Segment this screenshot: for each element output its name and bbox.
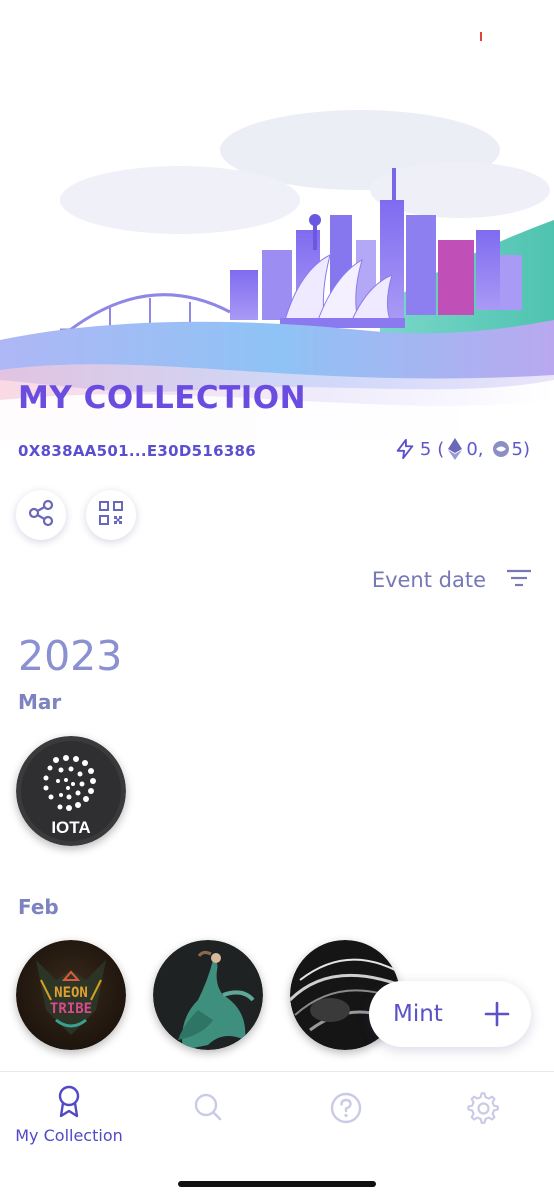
sort-control[interactable]: Event date — [372, 568, 532, 592]
month-heading-mar: Mar — [18, 690, 62, 714]
award-icon — [54, 1084, 84, 1122]
tab-search[interactable] — [139, 1092, 277, 1126]
status-indicator — [480, 32, 482, 41]
filter-icon — [506, 568, 532, 592]
sort-label: Event date — [371, 568, 486, 592]
qr-code-button[interactable] — [86, 490, 136, 540]
badge-dancer[interactable] — [153, 940, 263, 1050]
badge-iota[interactable]: IOTA — [16, 736, 126, 846]
paren-open: ( — [437, 438, 445, 460]
mint-label: Mint — [393, 1001, 443, 1027]
gnosis-count: 5) — [511, 438, 530, 460]
share-button[interactable] — [16, 490, 66, 540]
collection-stats: 5 ( 0, 5) — [394, 438, 530, 460]
qr-code-icon — [98, 500, 124, 530]
tab-help[interactable] — [277, 1092, 415, 1128]
home-indicator — [178, 1181, 376, 1187]
search-icon — [193, 1092, 223, 1126]
tab-my-collection[interactable]: My Collection — [0, 1084, 138, 1145]
badge-iota-text: IOTA — [51, 818, 90, 837]
mint-button[interactable]: Mint — [369, 981, 531, 1047]
page-title: MY COLLECTION — [18, 380, 307, 416]
tab-label-my-collection: My Collection — [15, 1126, 123, 1145]
plus-icon — [483, 1000, 511, 1032]
ethereum-icon — [448, 438, 463, 460]
year-heading: 2023 — [18, 632, 123, 680]
wallet-address[interactable]: 0X838AA501...E30D516386 — [18, 442, 256, 460]
help-icon — [330, 1092, 362, 1128]
month-heading-feb: Feb — [18, 895, 59, 919]
eth-count: 0, — [466, 438, 484, 460]
settings-icon — [467, 1092, 501, 1130]
lightning-icon — [394, 438, 416, 460]
badge-neon-tribe[interactable]: NEON TRIBE — [16, 940, 126, 1050]
svg-text:NEON: NEON — [54, 985, 88, 1001]
svg-text:TRIBE: TRIBE — [50, 1001, 92, 1017]
share-icon — [27, 499, 55, 531]
total-count: 5 — [419, 438, 432, 460]
tab-settings[interactable] — [415, 1092, 553, 1130]
gnosis-icon — [492, 440, 510, 458]
